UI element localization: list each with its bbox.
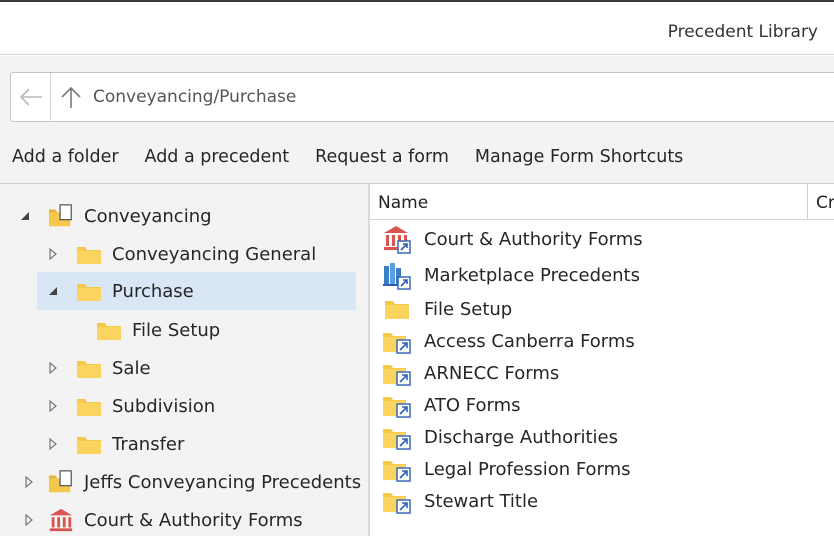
tree-node-court-authority-forms[interactable]: Court & Authority Forms [22,501,303,536]
folder-shortcut-icon [382,329,412,354]
add-folder-button[interactable]: Add a folder [12,140,119,174]
tree-node-subdivision[interactable]: Subdivision [46,387,215,425]
collapsed-caret-icon[interactable] [22,513,36,527]
list-item-stewart-title[interactable]: Stewart Title [370,485,538,517]
list-item-label: ARNECC Forms [424,362,560,384]
list-item-file-setup[interactable]: File Setup [370,293,512,325]
list-item-label: Access Canberra Forms [424,330,635,352]
app-title: Precedent Library [667,22,818,42]
folder-shortcut-icon [382,393,412,418]
list-item-court-authority-forms[interactable]: Court & Authority Forms [370,223,643,255]
folder-icon [96,318,122,342]
column-separator[interactable] [807,184,808,219]
tree-node-label: Purchase [112,280,194,302]
list-item-access-canberra-forms[interactable]: Access Canberra Forms [370,325,635,357]
tree-node-conveyancing-general[interactable]: Conveyancing General [46,235,316,273]
back-button[interactable] [11,73,51,121]
tree-node-label: Transfer [112,433,185,455]
folder-icon [76,279,102,303]
folder-icon [382,297,412,321]
add-precedent-button[interactable]: Add a precedent [145,140,290,174]
list-item-label: Legal Profession Forms [424,458,631,480]
list-item-label: Discharge Authorities [424,426,618,448]
list-item-label: Stewart Title [424,490,539,512]
list-item-label: ATO Forms [424,394,521,416]
folder-shortcut-icon [382,361,412,386]
tree-node-file-setup[interactable]: File Setup [96,311,220,349]
column-header-cr[interactable]: Cr [816,193,834,213]
tree-node-label: Conveyancing General [112,243,317,265]
title-bar: Precedent Library [0,2,834,55]
tree-node-sale[interactable]: Sale [46,349,151,387]
file-list: Name Cr Court & Authority Forms Marketpl… [370,184,834,536]
list-item-ato-forms[interactable]: ATO Forms [370,389,521,421]
request-form-button[interactable]: Request a form [315,140,449,174]
folder-shortcut-icon [382,425,412,450]
list-item-label: File Setup [424,298,513,320]
tree-node-label: Jeffs Conveyancing Precedents [84,471,362,493]
list-item-legal-profession-forms[interactable]: Legal Profession Forms [370,453,631,485]
tree-node-label: Subdivision [112,395,216,417]
collapsed-caret-icon[interactable] [46,437,60,451]
collapsed-caret-icon[interactable] [46,399,60,413]
list-item-marketplace-precedents[interactable]: Marketplace Precedents [370,259,640,291]
court-shortcut-icon [382,226,412,254]
expanded-caret-icon[interactable] [46,284,60,298]
collapsed-caret-icon[interactable] [46,247,60,261]
up-button[interactable] [59,73,83,121]
toolbar: Add a folder Add a precedent Request a f… [0,140,697,174]
address-bar[interactable]: Conveyancing/Purchase [10,72,834,122]
tree-node-conveyancing[interactable]: Conveyancing [18,197,212,235]
folder-shortcut-icon [382,489,412,514]
collapsed-caret-icon[interactable] [22,475,36,489]
folder-document-icon [48,204,74,228]
folder-shortcut-icon [382,457,412,482]
tree-node-jeffs-conveyancing-precedents[interactable]: Jeffs Conveyancing Precedents [22,463,361,501]
back-arrow-icon [19,88,42,106]
marketplace-shortcut-icon [382,263,412,290]
expanded-caret-icon[interactable] [18,209,32,223]
list-item-label: Marketplace Precedents [424,264,640,286]
address-path[interactable]: Conveyancing/Purchase [93,87,296,107]
list-item-label: Court & Authority Forms [424,228,643,250]
column-header-row: Name Cr [370,184,834,220]
manage-form-shortcuts-button[interactable]: Manage Form Shortcuts [475,140,683,174]
up-arrow-icon [61,86,81,108]
tree-node-transfer[interactable]: Transfer [46,425,184,463]
folder-tree: Conveyancing Conveyancing General Purcha… [0,184,368,536]
tree-node-label: Court & Authority Forms [84,509,303,531]
list-item-arnecc-forms[interactable]: ARNECC Forms [370,357,559,389]
column-header-name[interactable]: Name [378,193,428,213]
court-building-icon [48,508,74,532]
collapsed-caret-icon[interactable] [46,361,60,375]
folder-icon [76,356,102,380]
tree-node-label: Conveyancing [84,205,212,227]
list-item-discharge-authorities[interactable]: Discharge Authorities [370,421,618,453]
folder-icon [76,242,102,266]
folder-icon [76,394,102,418]
tree-node-purchase[interactable]: Purchase [37,272,356,310]
folder-icon [76,432,102,456]
tree-node-label: Sale [112,357,151,379]
folder-document-icon [48,470,74,494]
tree-node-label: File Setup [132,319,221,341]
